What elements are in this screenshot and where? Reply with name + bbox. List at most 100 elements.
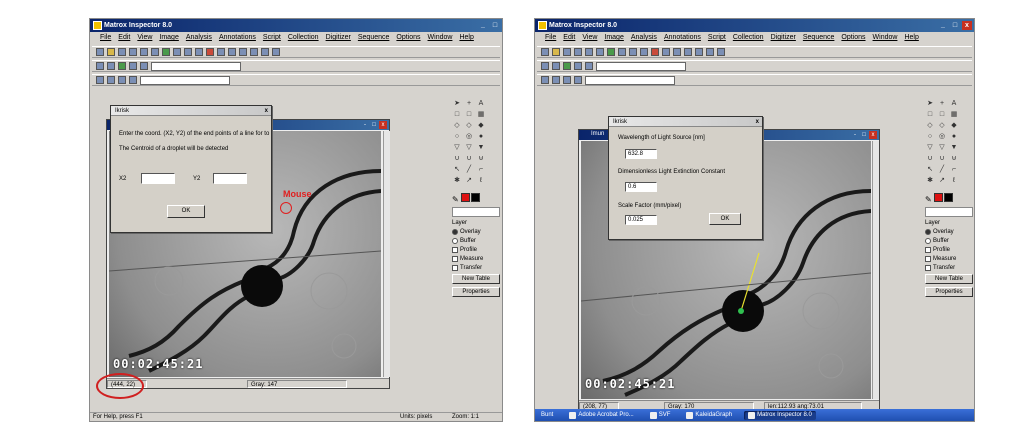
blob-icon[interactable] xyxy=(206,48,214,56)
forward-icon[interactable] xyxy=(552,76,560,84)
menu-file[interactable]: File xyxy=(100,32,111,44)
menu-sequence[interactable]: Sequence xyxy=(803,32,835,44)
image-minimize-icon[interactable]: - xyxy=(851,131,859,139)
eyedropper-icon[interactable]: ✎ xyxy=(925,195,932,204)
new-table-button[interactable]: New Table xyxy=(925,274,973,284)
image-close-icon[interactable]: x xyxy=(869,131,877,139)
transfer-checkbox[interactable]: Transfer xyxy=(925,265,973,271)
new-table-button[interactable]: New Table xyxy=(452,274,500,284)
taskbar-item-acrobat[interactable]: Adobe Acrobat Pro... xyxy=(565,411,637,420)
image-close-icon[interactable]: x xyxy=(379,121,387,129)
menu-view[interactable]: View xyxy=(582,32,597,44)
chart-icon[interactable] xyxy=(173,48,181,56)
swatch-red[interactable] xyxy=(460,193,470,202)
histogram-icon[interactable] xyxy=(607,48,615,56)
circle-fill-tool-icon[interactable]: ● xyxy=(949,132,959,141)
rect2-tool-icon[interactable]: □ xyxy=(464,110,474,119)
menu-image[interactable]: Image xyxy=(159,32,178,44)
plus-icon[interactable] xyxy=(673,48,681,56)
menu-help[interactable]: Help xyxy=(904,32,918,44)
menu-annotations[interactable]: Annotations xyxy=(664,32,701,44)
poly-fill-tool-icon[interactable]: ◆ xyxy=(949,121,959,130)
menu-options[interactable]: Options xyxy=(396,32,420,44)
toolbar-combo-2[interactable] xyxy=(585,75,675,85)
text-tool-icon[interactable]: A xyxy=(949,99,959,108)
pointer-tool-icon[interactable]: ➤ xyxy=(925,99,935,108)
menu-window[interactable]: Window xyxy=(873,32,898,44)
image-maximize-icon[interactable]: □ xyxy=(860,131,868,139)
profile-checkbox[interactable]: Profile xyxy=(925,247,973,253)
menu-file[interactable]: File xyxy=(545,32,556,44)
panel-field[interactable] xyxy=(925,207,973,217)
taskbar-item-start[interactable]: Bunt xyxy=(537,411,557,419)
angle-tool-icon[interactable]: ⌐ xyxy=(949,165,959,174)
open-icon[interactable] xyxy=(107,48,115,56)
crosshair-tool-icon[interactable]: + xyxy=(464,99,474,108)
angle-tool-icon[interactable]: ⌐ xyxy=(476,165,486,174)
swatch-black[interactable] xyxy=(943,193,953,202)
menu-digitizer[interactable]: Digitizer xyxy=(771,32,796,44)
curve2-tool-icon[interactable]: ∪ xyxy=(937,154,947,163)
dialog-close-icon[interactable]: x xyxy=(265,106,268,116)
plus-icon[interactable] xyxy=(228,48,236,56)
circle2-tool-icon[interactable]: ◎ xyxy=(464,132,474,141)
poly-tool-icon[interactable]: ◇ xyxy=(925,121,935,130)
rect-tool-icon[interactable]: □ xyxy=(452,110,462,119)
cascade-icon[interactable] xyxy=(107,62,115,70)
text-tool-icon[interactable]: A xyxy=(476,99,486,108)
menu-collection[interactable]: Collection xyxy=(733,32,764,44)
poly2-tool-icon[interactable]: ◇ xyxy=(464,121,474,130)
profile-checkbox[interactable]: Profile xyxy=(452,247,500,253)
taskbar-item-svf[interactable]: SVF xyxy=(646,411,675,420)
wavelength-input[interactable]: 632.8 xyxy=(625,149,657,159)
swatch-red[interactable] xyxy=(933,193,943,202)
help-icon[interactable] xyxy=(717,48,725,56)
y2-input[interactable] xyxy=(213,173,247,184)
crosshair-tool-icon[interactable]: + xyxy=(937,99,947,108)
step-icon[interactable] xyxy=(574,76,582,84)
grid-icon[interactable] xyxy=(629,48,637,56)
image-scrollbar[interactable] xyxy=(872,141,879,399)
scale-input[interactable]: 0.025 xyxy=(625,215,657,225)
point-tool-icon[interactable]: ✱ xyxy=(452,176,462,185)
line-tool-icon[interactable]: ╱ xyxy=(937,165,947,174)
buffer-radio[interactable]: Buffer xyxy=(452,238,500,244)
help-icon[interactable] xyxy=(272,48,280,56)
taskbar-item-kaleidagraph[interactable]: KaleidaGraph xyxy=(682,411,736,420)
maximize-icon[interactable]: □ xyxy=(950,21,960,30)
measure-checkbox[interactable]: Measure xyxy=(925,256,973,262)
tile-icon[interactable] xyxy=(541,62,549,70)
menu-annotations[interactable]: Annotations xyxy=(219,32,256,44)
record-icon[interactable] xyxy=(563,76,571,84)
zoom-fit-icon[interactable] xyxy=(261,48,269,56)
zoom-in-icon[interactable] xyxy=(239,48,247,56)
measure-icon[interactable] xyxy=(640,48,648,56)
properties-button[interactable]: Properties xyxy=(925,287,973,297)
tri-tool-icon[interactable]: ▽ xyxy=(925,143,935,152)
menu-digitizer[interactable]: Digitizer xyxy=(326,32,351,44)
minimize-icon[interactable]: _ xyxy=(938,21,948,30)
maximize-icon[interactable]: □ xyxy=(490,21,500,30)
poly-fill-tool-icon[interactable]: ◆ xyxy=(476,121,486,130)
curve-tool-icon[interactable]: ∪ xyxy=(452,154,462,163)
tri-tool-icon[interactable]: ▽ xyxy=(452,143,462,152)
menu-options[interactable]: Options xyxy=(841,32,865,44)
copy-icon[interactable] xyxy=(596,48,604,56)
ok-button[interactable]: OK xyxy=(167,205,205,218)
freehand-tool-icon[interactable]: ℓ xyxy=(476,176,486,185)
pencil-tool-icon[interactable]: ↗ xyxy=(937,176,947,185)
redo-icon[interactable] xyxy=(585,48,593,56)
filter-icon[interactable] xyxy=(217,48,225,56)
grid-icon[interactable] xyxy=(184,48,192,56)
tri-fill-tool-icon[interactable]: ▼ xyxy=(949,143,959,152)
measure-icon[interactable] xyxy=(195,48,203,56)
record-icon[interactable] xyxy=(118,76,126,84)
properties-button[interactable]: Properties xyxy=(452,287,500,297)
menu-edit[interactable]: Edit xyxy=(563,32,575,44)
undo-icon[interactable] xyxy=(574,48,582,56)
zoom-out-icon[interactable] xyxy=(695,48,703,56)
layout-icon[interactable] xyxy=(574,62,582,70)
menu-script[interactable]: Script xyxy=(708,32,726,44)
zoom-in-icon[interactable] xyxy=(684,48,692,56)
menu-analysis[interactable]: Analysis xyxy=(631,32,657,44)
